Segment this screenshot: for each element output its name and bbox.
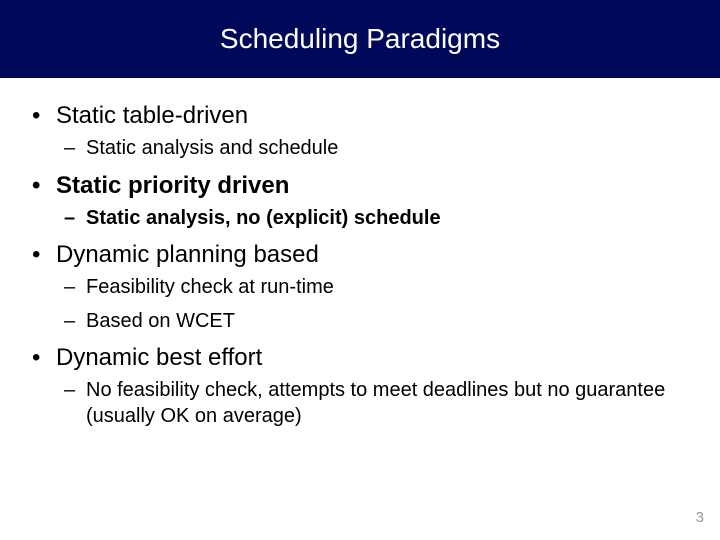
sub-bullet-text: Based on WCET: [86, 309, 235, 335]
sub-bullet-text: Static analysis and schedule: [86, 136, 338, 162]
slide-content: • Static table-driven – Static analysis …: [0, 78, 720, 434]
bullet-dot-icon: •: [32, 344, 56, 372]
sub-bullet-item: – Feasibility check at run-time: [0, 271, 720, 305]
bullet-item: • Static table-driven: [0, 96, 720, 132]
bullet-dash-icon: –: [64, 136, 86, 162]
slide-title: Scheduling Paradigms: [220, 23, 500, 55]
bullet-dot-icon: •: [32, 102, 56, 130]
bullet-dash-icon: –: [64, 206, 86, 232]
bullet-item: • Dynamic planning based: [0, 235, 720, 271]
bullet-text: Static table-driven: [56, 102, 248, 130]
sub-bullet-item: – No feasibility check, attempts to meet…: [0, 374, 720, 433]
slide-title-bar: Scheduling Paradigms: [0, 0, 720, 78]
bullet-dash-icon: –: [64, 309, 86, 335]
bullet-dash-icon: –: [64, 275, 86, 301]
bullet-text: Dynamic best effort: [56, 344, 262, 372]
sub-bullet-text: Feasibility check at run-time: [86, 275, 334, 301]
sub-bullet-item: – Static analysis, no (explicit) schedul…: [0, 202, 720, 236]
bullet-text: Dynamic planning based: [56, 241, 319, 269]
sub-bullet-item: – Static analysis and schedule: [0, 132, 720, 166]
bullet-item: • Dynamic best effort: [0, 338, 720, 374]
bullet-dot-icon: •: [32, 172, 56, 200]
sub-bullet-item: – Based on WCET: [0, 305, 720, 339]
bullet-dash-icon: –: [64, 378, 86, 404]
page-number: 3: [696, 509, 704, 526]
sub-bullet-text: No feasibility check, attempts to meet d…: [86, 378, 680, 429]
bullet-item: • Static priority driven: [0, 166, 720, 202]
bullet-text: Static priority driven: [56, 172, 289, 200]
sub-bullet-text: Static analysis, no (explicit) schedule: [86, 206, 441, 232]
bullet-dot-icon: •: [32, 241, 56, 269]
